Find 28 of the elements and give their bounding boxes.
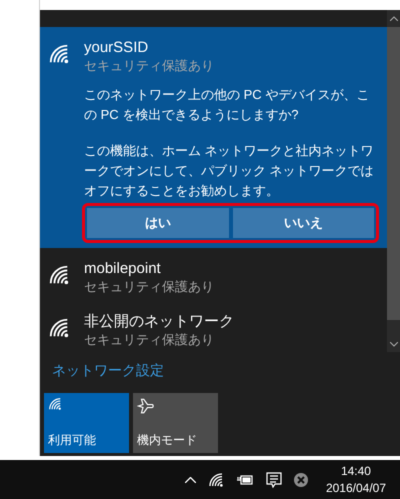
notification-icon[interactable]: [266, 472, 282, 488]
wifi-tray-icon: [208, 472, 224, 488]
wifi-icon: [48, 397, 62, 411]
wifi-icon: [48, 317, 70, 339]
wifi-icon: [48, 264, 70, 286]
answer-button[interactable]: はい: [87, 208, 228, 238]
network-name: yourSSID: [84, 39, 150, 57]
scroll-down-icon[interactable]: [390, 342, 398, 347]
show-hidden-icons-icon[interactable]: [184, 476, 196, 482]
discovery-question: このネットワーク上の他の PC やデバイスが、この PC を検出できるようにしますか?: [84, 86, 370, 124]
clock-date[interactable]: 2016/04/07: [326, 480, 386, 496]
airplane-icon: [137, 397, 155, 415]
network-name: 非公開のネットワーク: [84, 313, 234, 331]
battery-icon[interactable]: [236, 474, 254, 486]
quick-action-tile[interactable]: 利用可能: [44, 393, 129, 453]
network-settings-link[interactable]: ネットワーク設定: [40, 360, 400, 381]
scroll-up-icon[interactable]: [390, 16, 398, 21]
quick-action-tile[interactable]: 機内モード: [133, 393, 218, 453]
close-circle-icon[interactable]: [294, 472, 308, 486]
security-status: セキュリティ保護あり: [84, 57, 214, 75]
clock-time[interactable]: 14:40: [340, 462, 371, 480]
security-status: セキュリティ保護あり: [84, 278, 214, 296]
recommendation-text: この機能は、ホーム ネットワークと社内ネットワークでオンにして、パブリック ネットワークではオフにすることをお勧めします。: [84, 142, 375, 200]
security-status: セキュリティ保護あり: [84, 331, 215, 349]
network-item[interactable]: yourSSID セキュリティ保護あり このネットワーク上の他の PC やデバイスが、この PC を検出できるようにしますか? この機能は、ホーム ネットワークと社内ネットワークでオンにして、パブリック ネットワークではオフにすることをお勧めします。 はい いいえ: [40, 27, 387, 248]
wifi-icon: [48, 43, 70, 65]
answer-button[interactable]: いいえ: [232, 208, 374, 238]
network-name: mobilepoint: [84, 260, 162, 278]
